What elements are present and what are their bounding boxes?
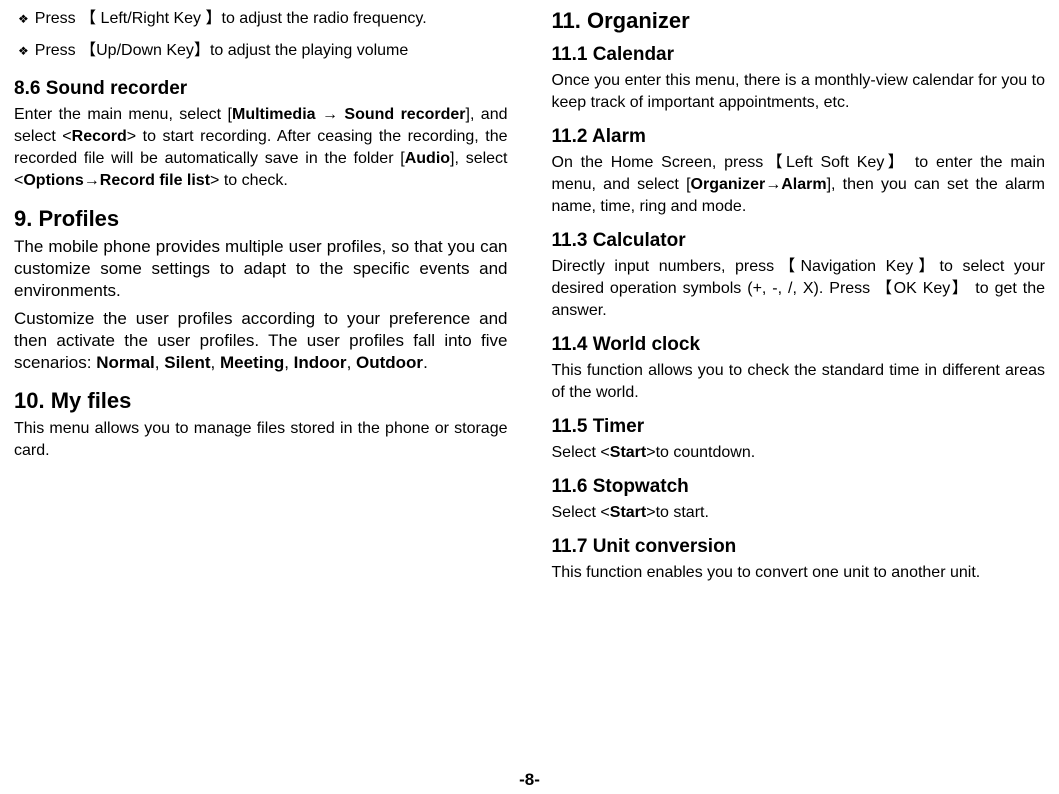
heading-stopwatch: 11.6 Stopwatch bbox=[552, 476, 1046, 498]
paragraph: This function enables you to convert one… bbox=[552, 562, 1046, 584]
bold-text: Meeting bbox=[220, 353, 284, 372]
text: → bbox=[316, 106, 345, 123]
key-label: 【OK Key】 bbox=[876, 280, 969, 297]
bullet-item: ❖ Press 【Up/Down Key】to adjust the playi… bbox=[14, 40, 508, 62]
bold-text: Silent bbox=[164, 353, 210, 372]
paragraph: Directly input numbers, press【Navigation… bbox=[552, 256, 1046, 322]
text: >to start. bbox=[646, 504, 709, 521]
heading-sound-recorder: 8.6 Sound recorder bbox=[14, 78, 508, 100]
page-number: -8- bbox=[0, 770, 1059, 790]
right-column: 11. Organizer 11.1 Calendar Once you ent… bbox=[552, 8, 1046, 748]
paragraph: This function allows you to check the st… bbox=[552, 360, 1046, 404]
key-label: 【Left Soft Key】 bbox=[763, 154, 907, 171]
key-label: 【 Left/Right Key 】 bbox=[80, 10, 221, 27]
text: Press bbox=[35, 42, 80, 59]
heading-world-clock: 11.4 World clock bbox=[552, 334, 1046, 356]
heading-unit-conversion: 11.7 Unit conversion bbox=[552, 536, 1046, 558]
text: Select < bbox=[552, 504, 610, 521]
paragraph: Select <Start>to start. bbox=[552, 502, 1046, 524]
heading-calendar: 11.1 Calendar bbox=[552, 44, 1046, 66]
heading-alarm: 11.2 Alarm bbox=[552, 126, 1046, 148]
paragraph: On the Home Screen, press【Left Soft Key】… bbox=[552, 152, 1046, 218]
bold-text: Start bbox=[610, 504, 646, 521]
text: Enter the main menu, select [ bbox=[14, 106, 232, 123]
left-column: ❖ Press 【 Left/Right Key 】to adjust the … bbox=[14, 8, 508, 748]
bold-text: Audio bbox=[405, 150, 450, 167]
bullet-text: Press 【 Left/Right Key 】to adjust the ra… bbox=[35, 8, 508, 30]
bold-text: Normal bbox=[96, 353, 155, 372]
bullet-item: ❖ Press 【 Left/Right Key 】to adjust the … bbox=[14, 8, 508, 30]
text: , bbox=[347, 353, 356, 372]
diamond-bullet-icon: ❖ bbox=[18, 40, 29, 62]
paragraph: The mobile phone provides multiple user … bbox=[14, 236, 508, 302]
text: >to countdown. bbox=[646, 444, 755, 461]
paragraph: Once you enter this menu, there is a mon… bbox=[552, 70, 1046, 114]
text: , bbox=[211, 353, 220, 372]
text: On the Home Screen, press bbox=[552, 154, 764, 171]
heading-my-files: 10. My files bbox=[14, 388, 508, 414]
heading-organizer: 11. Organizer bbox=[552, 8, 1046, 34]
text: to adjust the playing volume bbox=[210, 42, 408, 59]
diamond-bullet-icon: ❖ bbox=[18, 8, 29, 30]
bold-text: Organizer→Alarm bbox=[691, 176, 827, 193]
bold-text: Outdoor bbox=[356, 353, 423, 372]
text: Select < bbox=[552, 444, 610, 461]
bold-text: Multimedia bbox=[232, 106, 316, 123]
bullet-text: Press 【Up/Down Key】to adjust the playing… bbox=[35, 40, 508, 62]
bold-text: Sound recorder bbox=[344, 106, 465, 123]
text: Directly input numbers, press bbox=[552, 258, 775, 275]
heading-profiles: 9. Profiles bbox=[14, 206, 508, 232]
paragraph: Select <Start>to countdown. bbox=[552, 442, 1046, 464]
paragraph: Enter the main menu, select [Multimedia … bbox=[14, 104, 508, 192]
paragraph: Customize the user profiles according to… bbox=[14, 308, 508, 374]
paragraph: This menu allows you to manage files sto… bbox=[14, 418, 508, 462]
key-label: 【Navigation Key】 bbox=[774, 258, 939, 275]
bold-text: Start bbox=[610, 444, 646, 461]
bold-text: Record bbox=[72, 128, 127, 145]
text: > to check. bbox=[210, 172, 288, 189]
text: , bbox=[155, 353, 164, 372]
bold-text: Options→Record file list bbox=[23, 172, 210, 189]
text: . bbox=[423, 353, 428, 372]
bold-text: Indoor bbox=[294, 353, 347, 372]
key-label: 【Up/Down Key】 bbox=[80, 42, 210, 59]
heading-timer: 11.5 Timer bbox=[552, 416, 1046, 438]
text: Press bbox=[35, 10, 80, 27]
heading-calculator: 11.3 Calculator bbox=[552, 230, 1046, 252]
text: to adjust the radio frequency. bbox=[222, 10, 427, 27]
text: , bbox=[284, 353, 293, 372]
